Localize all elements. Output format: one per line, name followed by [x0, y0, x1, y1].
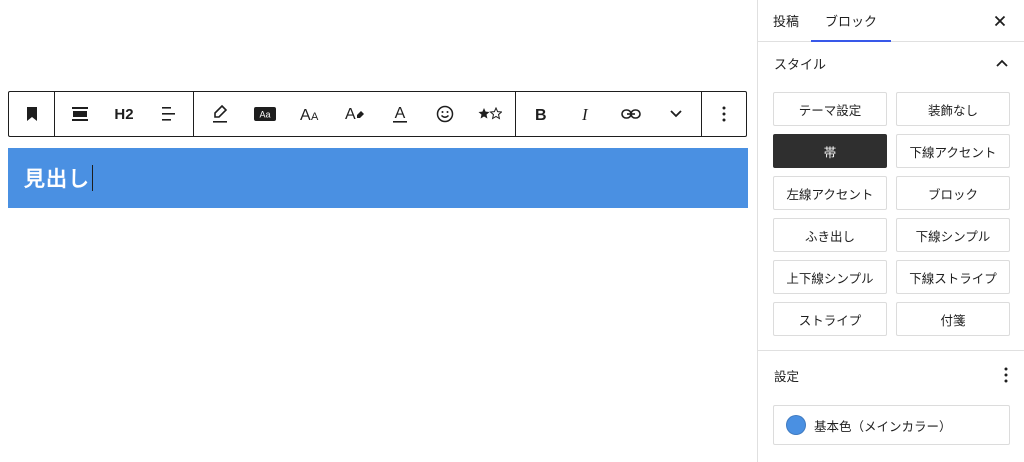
- clear-format-icon[interactable]: A: [337, 92, 373, 136]
- style-option-sticky-note[interactable]: 付箋: [896, 302, 1010, 336]
- svg-text:Aa: Aa: [259, 110, 270, 120]
- style-option-balloon[interactable]: ふき出し: [773, 218, 887, 252]
- styles-panel-header[interactable]: スタイル: [758, 42, 1024, 84]
- svg-text:A: A: [345, 106, 356, 123]
- style-options: テーマ設定 装飾なし 帯 下線アクセント 左線アクセント ブロック ふき出し 下…: [758, 84, 1024, 336]
- emoji-icon[interactable]: [427, 92, 463, 136]
- main-color-setting[interactable]: 基本色（メインカラー）: [773, 405, 1010, 445]
- tab-post-label: 投稿: [773, 15, 800, 30]
- svg-text:A: A: [394, 105, 405, 122]
- tab-post[interactable]: 投稿: [758, 0, 811, 41]
- more-options-icon[interactable]: [1004, 367, 1008, 383]
- chevron-down-icon[interactable]: [656, 92, 696, 136]
- style-option-leftline-accent[interactable]: 左線アクセント: [773, 176, 887, 210]
- settings-panel-title: 設定: [774, 368, 800, 384]
- main-color-label: 基本色（メインカラー）: [814, 418, 952, 434]
- heading-block[interactable]: 見出し: [8, 148, 748, 208]
- sidebar-tabs: 投稿 ブロック: [758, 0, 1024, 42]
- style-option-band[interactable]: 帯: [773, 134, 887, 168]
- svg-text:A: A: [311, 111, 319, 122]
- tab-block[interactable]: ブロック: [811, 0, 892, 42]
- text-color-icon[interactable]: A: [382, 92, 418, 136]
- close-icon[interactable]: [990, 11, 1010, 31]
- settings-panel-header: 設定: [758, 351, 1024, 399]
- align-wide-icon[interactable]: [60, 92, 100, 136]
- font-size-icon[interactable]: AA: [292, 92, 328, 136]
- style-option-stripe[interactable]: ストライプ: [773, 302, 887, 336]
- style-option-underline-accent[interactable]: 下線アクセント: [896, 134, 1010, 168]
- style-option-block[interactable]: ブロック: [896, 176, 1010, 210]
- inline-code-icon[interactable]: Aa: [247, 92, 283, 136]
- bookmark-icon[interactable]: [12, 92, 52, 136]
- heading-text[interactable]: 見出し: [24, 163, 90, 193]
- svg-text:B: B: [535, 107, 547, 121]
- style-option-underline-simple[interactable]: 下線シンプル: [896, 218, 1010, 252]
- svg-text:I: I: [581, 107, 589, 121]
- style-option-underline-stripe[interactable]: 下線ストライプ: [896, 260, 1010, 294]
- text-caret: [92, 165, 93, 191]
- editor-canvas: H2 Aa AA A A B I 見出し: [0, 0, 757, 462]
- style-option-topbottom-simple[interactable]: 上下線シンプル: [773, 260, 887, 294]
- more-options-icon[interactable]: [704, 92, 744, 136]
- chevron-up-icon: [996, 56, 1008, 71]
- text-align-icon[interactable]: [148, 92, 188, 136]
- tab-block-label: ブロック: [825, 15, 878, 30]
- color-swatch: [786, 415, 806, 435]
- star-rating-icon[interactable]: [472, 92, 508, 136]
- italic-icon[interactable]: I: [566, 92, 606, 136]
- style-option-none[interactable]: 装飾なし: [896, 92, 1010, 126]
- heading-level-button[interactable]: H2: [104, 92, 144, 136]
- highlighter-icon[interactable]: [202, 92, 238, 136]
- settings-sidebar: 投稿 ブロック スタイル テーマ設定 装飾なし 帯 下線アクセント 左線アクセン…: [757, 0, 1024, 462]
- bold-icon[interactable]: B: [521, 92, 561, 136]
- link-icon[interactable]: [611, 92, 651, 136]
- style-option-theme[interactable]: テーマ設定: [773, 92, 887, 126]
- styles-panel-title: スタイル: [774, 57, 827, 73]
- block-toolbar: H2 Aa AA A A B I: [8, 91, 747, 137]
- svg-text:A: A: [300, 107, 311, 122]
